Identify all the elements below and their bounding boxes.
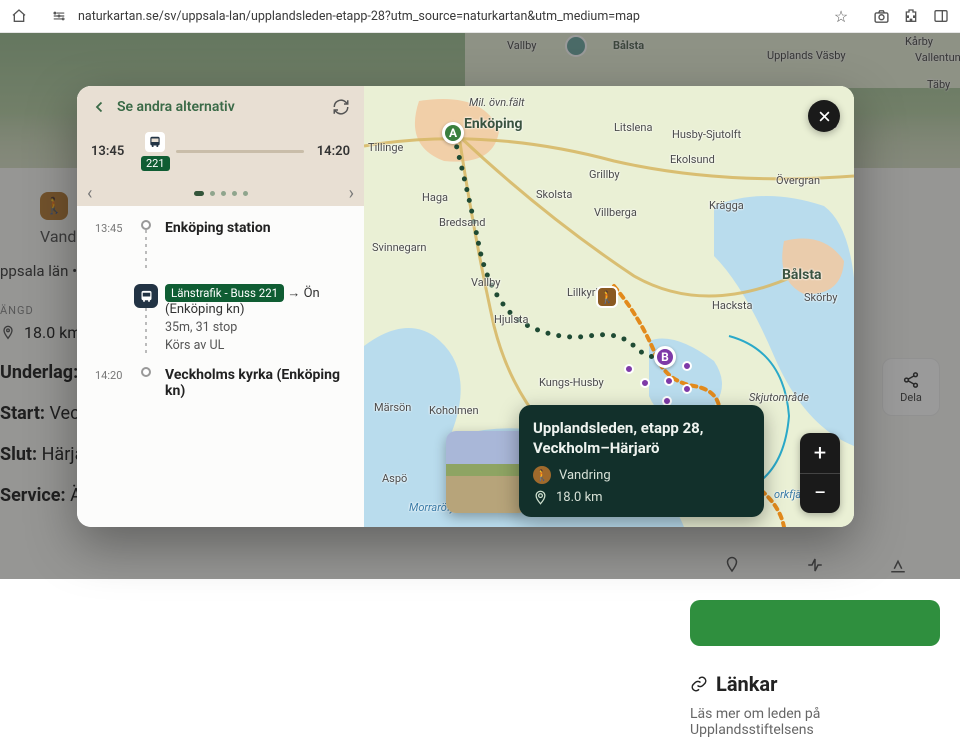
bus-icon (134, 284, 158, 308)
map-label: Villberga (594, 206, 637, 219)
map-poi[interactable] (682, 384, 692, 394)
map-label: Skjutområde (749, 391, 809, 404)
map-label: Märsön (374, 401, 411, 414)
trail-info-card[interactable]: Upplandsleden, etapp 28, Veckholm–Härjar… (519, 405, 764, 517)
map-poi[interactable] (640, 378, 650, 388)
map-label: Bålsta (782, 267, 822, 283)
trip-summary[interactable]: 13:45 221 14:20 (77, 128, 364, 185)
trail-thumbnail[interactable] (446, 431, 528, 513)
start-station: Enköping station (165, 220, 350, 236)
trip-pager: ‹ › (77, 185, 364, 206)
map-poi[interactable] (624, 364, 634, 374)
arrive-time: 14:20 (310, 144, 350, 159)
refresh-icon[interactable] (332, 98, 350, 116)
bus-number-badge: 221 (141, 156, 170, 171)
map-label: Skörby (804, 291, 837, 304)
map-label: Ekolsund (670, 153, 715, 166)
marker-a[interactable]: A (442, 122, 464, 144)
step-start: 13:45 Enköping station (95, 220, 350, 270)
bus-route-tag: Länstrafik - Buss 221 (165, 284, 284, 302)
extensions-icon[interactable] (900, 5, 922, 27)
map-label: Mil. övn.fält (469, 96, 525, 109)
bus-operator: Körs av UL (165, 338, 350, 353)
map-label: Skolsta (536, 188, 572, 201)
map[interactable]: Enköping Bålsta Haga Bredsand Svinnegarn… (364, 86, 854, 527)
camera-icon[interactable] (870, 5, 892, 27)
end-station: Veckholms kyrka (Enköping kn) (165, 367, 350, 399)
transit-panel: Se andra alternativ 13:45 221 14:20 (77, 86, 364, 527)
zoom-out-button[interactable]: − (800, 473, 840, 513)
step-list: 13:45 Enköping station Länstrafik - Buss… (77, 206, 364, 527)
site-settings-icon[interactable] (48, 5, 70, 27)
map-label: Koholmen (429, 404, 479, 417)
links-sub[interactable]: Läs mer om leden på Upplandsstiftelsens (690, 706, 940, 738)
map-label: Vallby (471, 276, 500, 289)
trip-line (176, 150, 304, 153)
depart-time: 13:45 (91, 144, 131, 159)
url-text: naturkartan.se/sv/uppsala-lan/upplandsle… (78, 9, 640, 24)
map-label: Aspö (382, 472, 407, 485)
map-label: Enköping (464, 116, 523, 132)
trail-length: 18.0 km (533, 490, 750, 505)
map-label: Hacksta (712, 299, 752, 312)
links-heading: Länkar (690, 672, 940, 696)
star-icon[interactable]: ☆ (830, 5, 852, 27)
map-label: Haga (422, 191, 448, 204)
map-poi[interactable] (664, 376, 674, 386)
close-icon[interactable] (808, 100, 840, 132)
map-label: Övergran (776, 174, 820, 187)
map-label: Tillinge (368, 141, 403, 154)
next-trip[interactable]: › (349, 183, 354, 204)
map-poi[interactable] (682, 361, 692, 371)
step-end: 14:20 Veckholms kyrka (Enköping kn) (95, 367, 350, 399)
map-label: Husby-Sjutolft (672, 128, 741, 141)
home-icon[interactable] (8, 5, 30, 27)
transit-modal: Se andra alternativ 13:45 221 14:20 (77, 86, 854, 527)
primary-cta[interactable] (690, 600, 940, 646)
map-label: Hjulsta (494, 313, 528, 326)
address-bar[interactable]: naturkartan.se/sv/uppsala-lan/upplandsle… (38, 1, 862, 31)
prev-trip[interactable]: ‹ (87, 183, 92, 204)
trail-category: 🚶 Vandring (533, 466, 750, 484)
sidepanel-icon[interactable] (930, 5, 952, 27)
map-label: Litslena (614, 121, 652, 134)
browser-bar: naturkartan.se/sv/uppsala-lan/upplandsle… (0, 0, 960, 33)
map-label: Bredsand (439, 216, 485, 229)
pager-dots (194, 191, 248, 196)
bus-chip: 221 (141, 132, 170, 171)
map-label: Grillby (589, 168, 620, 181)
trail-marker-icon[interactable]: 🚶 (596, 286, 618, 308)
map-label: Kungs-Husby (539, 376, 604, 389)
back-button[interactable]: Se andra alternativ (91, 98, 235, 116)
trail-title: Upplandsleden, etapp 28, Veckholm–Härjar… (533, 419, 750, 458)
bus-icon (145, 132, 165, 152)
step-bus: Länstrafik - Buss 221 → Ön (Enköping kn)… (95, 284, 350, 353)
marker-b[interactable]: B (654, 346, 676, 368)
zoom-in-button[interactable]: + (800, 433, 840, 473)
bus-duration: 35m, 31 stop (165, 320, 350, 335)
map-label: Svinnegarn (372, 241, 426, 254)
zoom-controls: + − (800, 433, 840, 513)
map-label: Krägga (709, 199, 744, 212)
hiker-icon: 🚶 (533, 466, 551, 484)
